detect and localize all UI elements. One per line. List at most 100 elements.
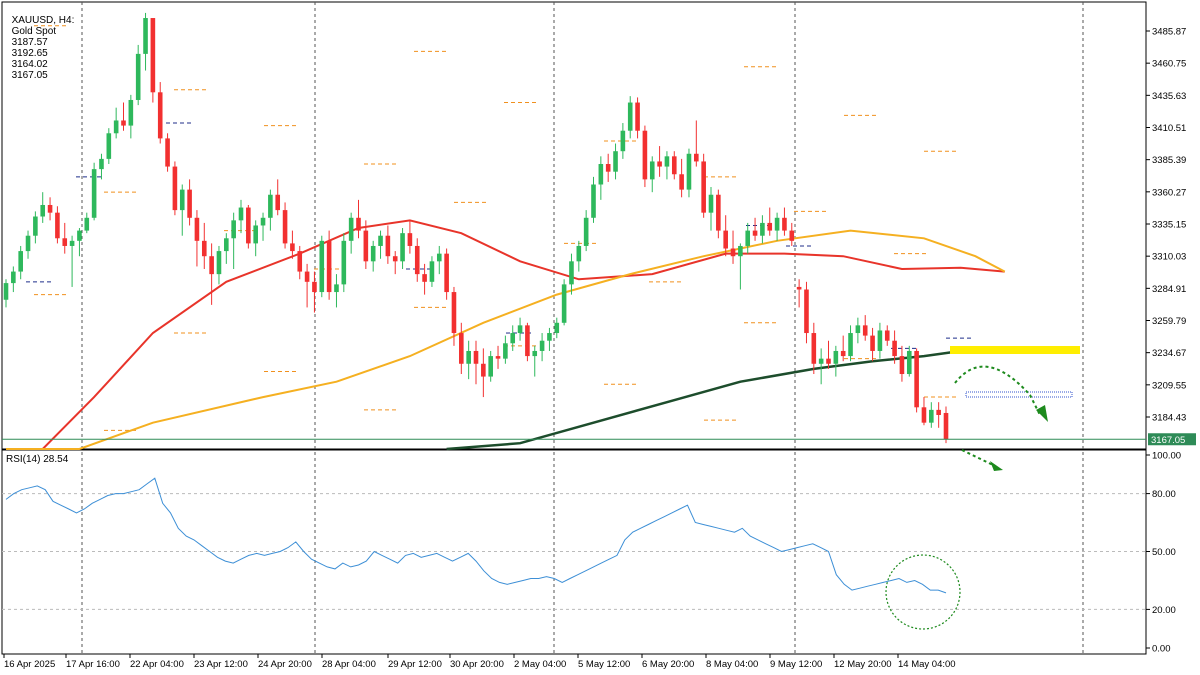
price-tick-label: 3410.51: [1152, 123, 1186, 134]
candle-body: [664, 156, 670, 167]
chart-canvas: 3485.87 3460.75 3435.63 3410.51 3385.39 3360.…: [1, 1, 1196, 670]
candle-body: [91, 169, 97, 218]
candle-body: [620, 130, 626, 152]
candle-body: [77, 230, 82, 241]
price-tick-label: 3360.27: [1152, 187, 1186, 198]
time-tick-label: 17 Apr 16:00: [66, 659, 120, 670]
description-label: Gold Spot: [11, 26, 57, 37]
rsi-header: RSI(14) 28.54: [6, 454, 69, 465]
candle-body: [752, 230, 758, 236]
candle-body: [723, 230, 728, 249]
current-price-label: 3167.05: [1151, 435, 1185, 446]
candle-body: [429, 261, 435, 282]
candle-body: [201, 240, 207, 257]
candle-body: [929, 409, 934, 423]
candle-body: [172, 166, 178, 211]
candle-body: [297, 251, 303, 272]
candle-body: [701, 161, 706, 213]
projection-zone: [965, 391, 1073, 398]
candle-body: [796, 286, 802, 290]
candle-body: [268, 194, 273, 218]
candle-body: [11, 271, 16, 284]
rsi-tick-label: 0.00: [1152, 644, 1171, 655]
candle-body: [495, 356, 501, 359]
candle-body: [128, 99, 134, 126]
candle-body: [510, 333, 516, 344]
candle-body: [378, 235, 383, 246]
candle-body: [143, 18, 148, 54]
candle-body: [3, 283, 9, 300]
candle-body: [899, 356, 905, 375]
time-tick-label: 23 Apr 12:00: [194, 659, 248, 670]
candle-body: [554, 322, 560, 334]
candle-body: [451, 292, 457, 334]
candle-body: [459, 333, 464, 364]
candle-body: [466, 350, 471, 364]
candle-body: [436, 253, 442, 262]
candle-body: [194, 217, 200, 241]
time-tick-label: 24 Apr 20:00: [258, 659, 312, 670]
candle-body: [165, 138, 170, 167]
symbol-label: XAUUSD, H4:: [11, 15, 75, 26]
forecast-arrow-head: [1036, 405, 1048, 422]
candle-body: [943, 412, 949, 440]
candle-body: [304, 271, 310, 282]
candle-body: [231, 220, 236, 239]
candle-body: [187, 189, 192, 218]
candle-body: [106, 133, 112, 159]
candle-body: [246, 207, 251, 244]
time-tick-label: 14 May 04:00: [898, 659, 956, 670]
candle-body: [385, 235, 391, 257]
candle-body: [547, 333, 552, 341]
candle-body: [121, 120, 126, 126]
time-tick-label: 28 Apr 04:00: [322, 659, 376, 670]
price-tick-label: 3485.87: [1152, 27, 1186, 38]
price-tick-label: 3310.03: [1152, 252, 1186, 263]
high-value: 3192.65: [11, 48, 48, 59]
price-panel-frame: [1, 1, 1147, 450]
time-tick-label: 2 May 04:00: [514, 659, 566, 670]
candle-body: [150, 18, 156, 93]
candle-body: [811, 333, 817, 364]
candle-body: [179, 189, 185, 211]
candle-body: [62, 238, 68, 246]
candle-body: [326, 240, 332, 293]
candle-body: [400, 233, 405, 262]
time-tick-label: 9 May 12:00: [770, 659, 822, 670]
candle-body: [635, 102, 640, 131]
candle-body: [605, 164, 611, 172]
candle-body: [341, 240, 347, 285]
candle-body: [591, 184, 596, 218]
candle-body: [730, 248, 736, 257]
candle-body: [576, 245, 582, 262]
time-tick-label: 29 Apr 12:00: [388, 659, 442, 670]
price-tick-label: 3234.67: [1152, 348, 1186, 359]
price-tick-label: 3209.55: [1152, 380, 1186, 391]
candle-body: [657, 161, 662, 167]
time-tick-label: 12 May 20:00: [834, 659, 892, 670]
candle-body: [613, 151, 618, 172]
candle-body: [84, 217, 90, 231]
candle-body: [936, 409, 941, 415]
candle-body: [789, 230, 795, 241]
candle-body: [157, 92, 163, 139]
candle-body: [598, 164, 604, 185]
price-tick-label: 3259.79: [1152, 316, 1186, 327]
rsi-tick-label: 100.00: [1152, 451, 1181, 462]
candle-body: [862, 325, 868, 336]
candle-body: [392, 256, 398, 262]
candle-body: [539, 340, 545, 351]
candle-body: [47, 204, 53, 213]
candle-body: [694, 153, 699, 162]
candle-body: [745, 230, 751, 246]
breakdown-arrow-path: [961, 449, 996, 467]
candle-body: [767, 222, 773, 231]
candle-body: [481, 363, 486, 377]
candle-body: [708, 194, 714, 213]
price-tick-label: 3184.43: [1152, 413, 1186, 424]
candle-body: [840, 350, 846, 357]
ma-fast-line: [6, 219, 1005, 450]
candle-body: [517, 325, 523, 334]
candle-body: [488, 356, 493, 377]
candle-body: [583, 217, 589, 246]
